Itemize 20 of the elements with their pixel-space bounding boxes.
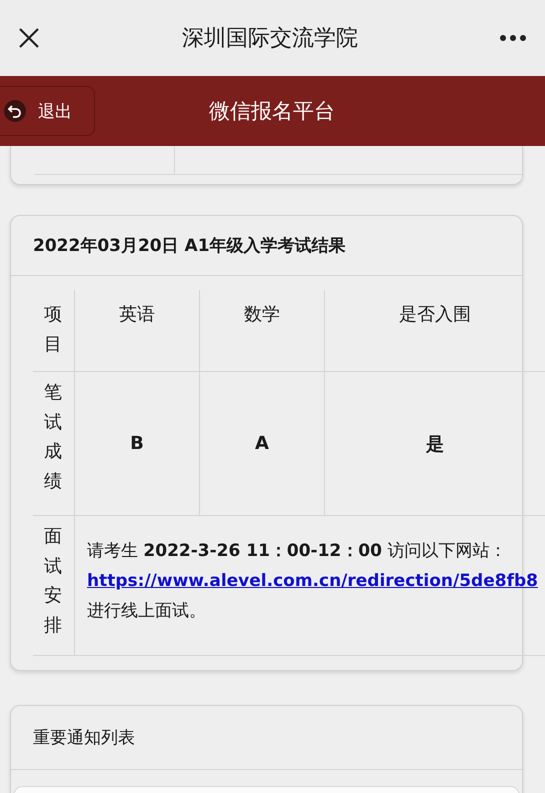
exit-button[interactable]: 退出	[0, 86, 95, 136]
table-cell: A	[200, 372, 325, 516]
interview-link[interactable]: https://www.alevel.com.cn/redirection/5de8fb8	[87, 566, 538, 596]
column-header: 英语	[75, 290, 200, 372]
notice-text: 请考生 2022-3-26 11：00-12：00 访问以下网站：	[87, 540, 508, 563]
column-header: 是否入围	[325, 290, 545, 372]
row-label: 笔试成绩	[33, 372, 75, 516]
notice-text: 进行线上面试。	[87, 600, 207, 623]
card-title: 2022年03月20日 A1年级入学考试结果	[11, 216, 522, 276]
row-label: 项目	[33, 290, 75, 372]
undo-icon	[4, 100, 26, 122]
table-cell: B	[75, 372, 200, 516]
header-title: 微信报名平台	[208, 98, 336, 125]
more-icon[interactable]	[499, 34, 527, 42]
column-header: 数学	[200, 290, 325, 372]
row-label: 面试安排	[33, 516, 75, 656]
table-cell: 是	[325, 372, 545, 516]
window-title: 深圳国际交流学院	[181, 25, 359, 53]
card-title: 重要通知列表	[11, 706, 522, 770]
close-icon[interactable]	[17, 26, 41, 50]
